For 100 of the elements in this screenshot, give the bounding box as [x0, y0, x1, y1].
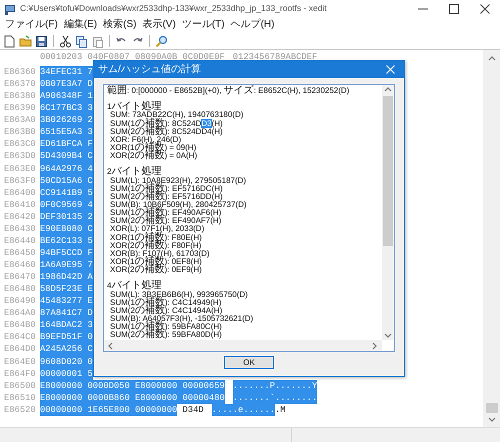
folder-icon[interactable]	[19, 34, 32, 48]
scroll-thumb[interactable]	[486, 403, 498, 413]
row-address: E86400	[3, 186, 37, 199]
scissors-icon[interactable]	[59, 34, 72, 48]
hex-data: 5D4309B4 C	[40, 150, 93, 162]
row-address: E86460	[3, 259, 37, 272]
result-line: SUM(2の補数): 8C524DD4(H)	[109, 128, 224, 136]
search-icon[interactable]	[155, 34, 168, 48]
menu-item[interactable]: 編集(E)	[60, 19, 100, 31]
row-address: E86380	[3, 90, 37, 102]
row-address: E86360	[3, 66, 37, 78]
row-address: E86430	[3, 222, 37, 235]
row-address: E863F0	[3, 174, 37, 187]
section-heading: 2バイト処理	[107, 168, 162, 177]
result-line: XOR(2の補数): 0EF9(H)	[109, 266, 203, 274]
scrollbar[interactable]	[104, 340, 382, 351]
result-line: XOR(1の補数): 0EF8(H)	[109, 258, 202, 266]
chevron-up-icon[interactable]	[383, 85, 393, 94]
hex-data: B9EFD51F 0	[40, 331, 93, 344]
hex-data: 00000001 5	[40, 368, 93, 380]
hex-data: CC9141B9 5	[40, 186, 93, 199]
ascii-data: .......`........	[232, 392, 318, 404]
hex-data: 0B07E3A7 D	[40, 78, 93, 90]
maximize-icon[interactable]	[448, 4, 458, 14]
hex-data: 3B026269 2	[40, 114, 93, 126]
hex-data: A906348F 1	[40, 90, 93, 102]
hex-data: 164BDAC2 3	[40, 319, 93, 332]
chevron-down-icon[interactable]	[486, 415, 496, 424]
row-address: E86500	[3, 380, 37, 392]
scroll-thumb[interactable]	[383, 96, 393, 246]
row-address: E864B0	[3, 319, 37, 332]
scrollbar[interactable]	[382, 85, 394, 340]
row-address: E86490	[3, 295, 37, 308]
row-address: E86470	[3, 271, 37, 284]
result-line: SUM(1の補数): 8C524DD3(H)	[109, 120, 223, 128]
ascii-data: .......P.......Y	[232, 380, 318, 392]
hex-data: 1A6A9E95 7	[40, 259, 93, 272]
save-icon[interactable]	[35, 34, 48, 48]
hex-data: DEF30135 2	[40, 210, 93, 223]
hex-data: 45483277 E	[40, 295, 93, 308]
result-line: SUM(B): 10B6F509(H), 280425737(D)	[109, 200, 248, 209]
row-address: E864D0	[3, 343, 37, 356]
result-line: SUM(2の補数): EF490AF7(H)	[109, 217, 222, 226]
row-address: E86480	[3, 283, 37, 296]
hex-data: 1986D42D A	[40, 271, 93, 284]
result-line: SUM(2の補数): C4C1494A(H)	[109, 306, 222, 315]
row-address: E86370	[3, 78, 37, 90]
copy-icon[interactable]	[75, 34, 88, 48]
ascii-data: .M	[275, 404, 286, 416]
hex-data: A245A256 C	[40, 343, 93, 356]
result-line: XOR: F6(H), 246(D)	[109, 136, 182, 144]
hex-data: 0F0C9569 4	[40, 198, 93, 211]
result-text-area[interactable]	[103, 84, 395, 352]
hex-data: 50CD15A6 C	[40, 174, 93, 187]
hex-data: 6515E5A3 3	[40, 126, 93, 138]
close-icon[interactable]	[480, 4, 490, 14]
result-line: SUM(L): 10A8E923(H), 279505187(D)	[109, 176, 248, 185]
result-line: XOR(1の補数) = 09(H)	[109, 144, 196, 152]
row-address: E86510	[3, 392, 37, 404]
chevron-up-icon[interactable]	[486, 54, 496, 63]
row-address: E863A0	[3, 114, 37, 126]
menu-item[interactable]: 表示(V)	[139, 19, 179, 31]
row-address: E864C0	[3, 331, 37, 344]
row-address: E863B0	[3, 126, 37, 138]
result-line: XOR(L): 07F1(H), 2033(D)	[109, 225, 204, 234]
row-address: E86390	[3, 102, 37, 114]
result-line: XOR(1の補数): F80E(H)	[109, 234, 202, 242]
row-address: E86450	[3, 246, 37, 259]
hex-data: E8000000 0000D050 E8000000 00000659	[40, 380, 225, 392]
result-line: SUM(2の補数): EF5716DD(H)	[109, 192, 223, 201]
hex-data: 34EFEC31 7	[40, 66, 93, 78]
hex-data: E8000000 0000B860 E8000000 00000480	[40, 392, 225, 404]
menu-item[interactable]: ツール(T)	[178, 19, 228, 31]
hex-data: 6C177BC3 3	[40, 102, 93, 114]
row-address: E864E0	[3, 356, 37, 368]
menu-item[interactable]: ファイル(F)	[2, 19, 61, 31]
result-line: XOR(2の補数): F80F(H)	[109, 242, 202, 250]
paste-icon[interactable]	[91, 34, 104, 48]
hex-data: 58D5F23E E	[40, 283, 93, 296]
result-line: SUM(L): 3B3EB6B6(H), 993965750(D)	[109, 290, 249, 299]
ok-button[interactable]: OK	[224, 356, 274, 369]
chevron-down-icon[interactable]	[383, 331, 393, 340]
row-address: E86420	[3, 210, 37, 223]
column-header: 0123456789ABCDEF	[232, 51, 318, 64]
scrollbar[interactable]	[483, 50, 500, 427]
menu-item[interactable]: 検索(S)	[100, 19, 140, 31]
hex-data: 94BF5CCD F	[40, 246, 93, 259]
new-file-icon[interactable]	[3, 34, 16, 48]
result-line: SUM(1の補数): EF5716DC(H)	[109, 184, 223, 193]
menu-item[interactable]: ヘルプ(H)	[228, 19, 278, 31]
hex-data: D34D	[182, 404, 204, 416]
result-line: SUM(B): A64057F3(H), -1505732621(D)	[109, 314, 254, 323]
app-icon	[4, 2, 16, 14]
window-title: C:¥Users¥tofu¥Downloads¥wxr2533dhp-133¥wxr_2533dhp_jp_133_rootfs - xedit	[20, 2, 327, 15]
result-line: SUM(1の補数): 59BFA80C(H)	[109, 323, 222, 332]
section-heading: 1バイト処理	[107, 103, 162, 112]
ascii-data: .....e......	[212, 404, 276, 416]
result-line: SUM(1の補数): C4C14949(H)	[109, 298, 222, 307]
hex-data: 87A841C7 D	[40, 307, 93, 320]
hex-data: 964A2976 4	[40, 162, 93, 175]
